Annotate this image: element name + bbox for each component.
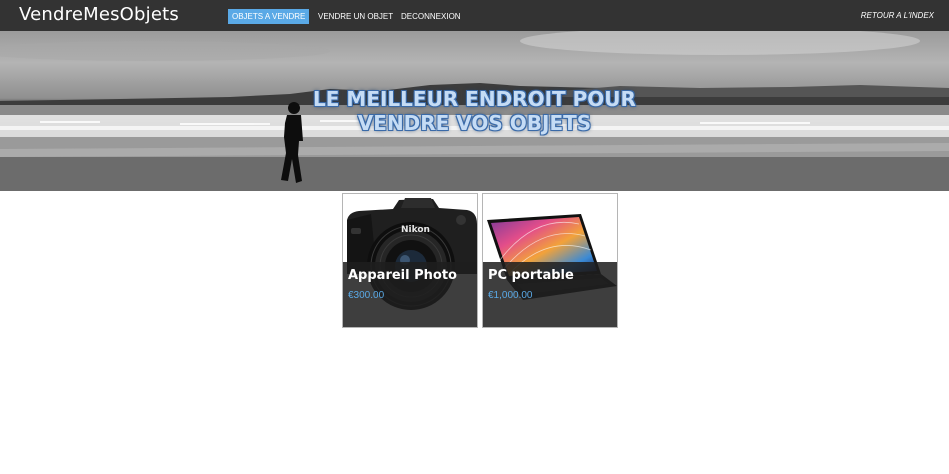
hero-title: Le meilleur endroit pour vendre vos obje…: [0, 87, 949, 135]
nav-vendre-un-objet[interactable]: Vendre un objet: [314, 9, 397, 24]
nav-deconnexion[interactable]: Deconnexion: [397, 9, 465, 24]
hero-title-line-1: Le meilleur endroit pour: [313, 87, 636, 111]
product-card-pc-portable[interactable]: PC portable €1,000.00: [482, 193, 618, 328]
product-card-appareil-photo[interactable]: Nikon Appareil Photo €300.00: [342, 193, 478, 328]
svg-text:Nikon: Nikon: [401, 225, 430, 235]
product-title[interactable]: PC portable: [488, 268, 574, 283]
product-title[interactable]: Appareil Photo: [348, 268, 457, 283]
hero-banner: Le meilleur endroit pour vendre vos obje…: [0, 31, 949, 191]
top-navbar: VendreMesObjets Objets a vendre Vendre u…: [0, 0, 949, 31]
brand-logo-link[interactable]: VendreMesObjets: [19, 4, 179, 25]
hero-title-line-2: vendre vos objets: [357, 111, 592, 135]
nav-objets-a-vendre[interactable]: Objets a vendre: [228, 9, 310, 24]
nav-retour-index[interactable]: Retour a l'index: [861, 11, 934, 20]
product-price: €1,000.00: [488, 290, 533, 301]
product-price: €300.00: [348, 290, 385, 301]
